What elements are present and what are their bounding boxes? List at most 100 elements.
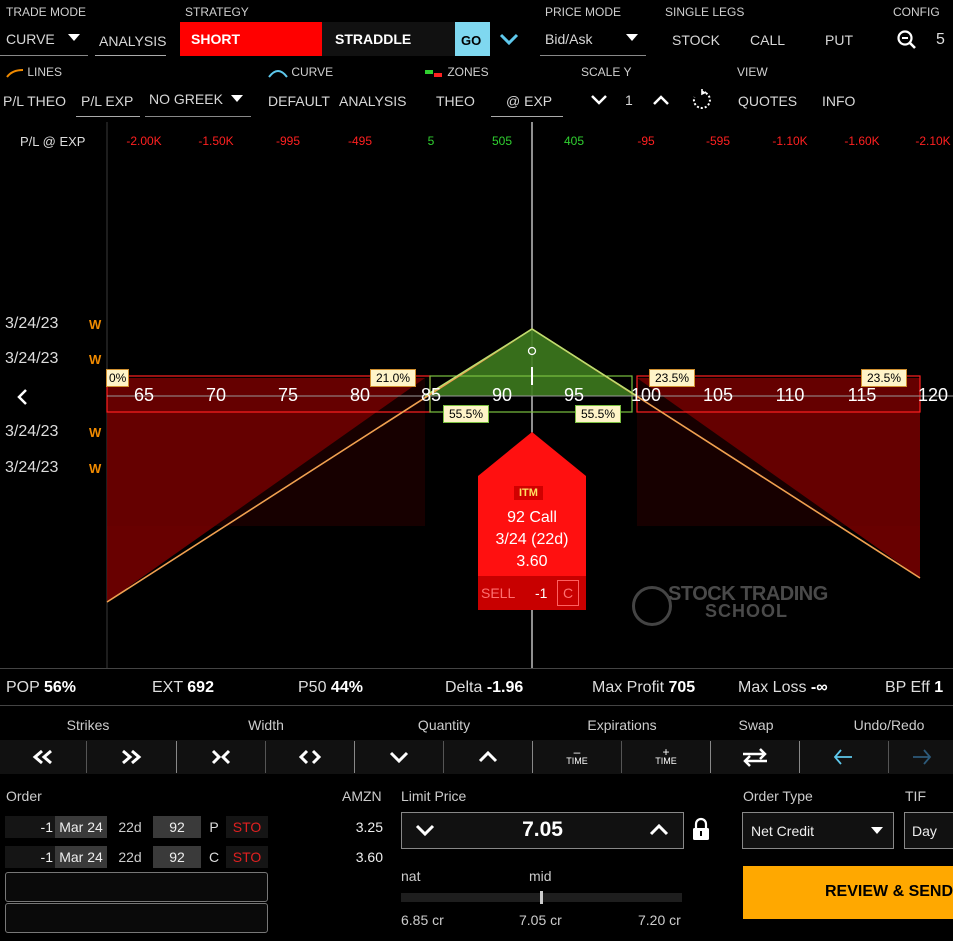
curve-default-option[interactable]: DEFAULT: [268, 93, 330, 109]
leg-type[interactable]: C: [557, 580, 579, 606]
option-leg-card[interactable]: ITM 92 Call 3/24 (22d) 3.60 SELL -1 C: [478, 432, 586, 610]
strike-label[interactable]: 65: [134, 385, 154, 406]
scale-up-button[interactable]: [650, 90, 672, 110]
strike-label[interactable]: 100: [631, 385, 661, 406]
scroll-left-button[interactable]: [12, 386, 34, 408]
price-slider-thumb[interactable]: [540, 891, 543, 904]
stat-bp-label: BP Eff: [885, 679, 930, 696]
strike-label[interactable]: 80: [350, 385, 370, 406]
curve-analysis-option[interactable]: ANALYSIS: [339, 93, 406, 109]
pl-value: -95: [637, 134, 655, 148]
mid-label: mid: [529, 868, 552, 884]
leg-strike-select[interactable]: 92: [153, 846, 201, 868]
leg-exp-select[interactable]: Mar 24: [55, 846, 107, 868]
leg-action[interactable]: STO: [226, 816, 268, 838]
call-button[interactable]: CALL: [750, 32, 785, 48]
expiration-earlier-button[interactable]: – TIME: [533, 740, 621, 774]
lines-header-label: LINES: [27, 65, 63, 79]
price-up-button[interactable]: [648, 821, 670, 839]
strike-label[interactable]: 110: [776, 385, 805, 406]
stock-button[interactable]: STOCK: [672, 32, 720, 48]
weekly-badge: W: [89, 352, 102, 367]
expiration-later-button[interactable]: + TIME: [622, 740, 710, 774]
reset-scale-button[interactable]: [690, 88, 714, 112]
curve-header-label: CURVE: [291, 65, 334, 79]
strike-label[interactable]: 105: [703, 385, 733, 406]
greek-dropdown[interactable]: NO GREEK: [145, 84, 251, 117]
limit-price-field[interactable]: 7.05: [401, 812, 684, 849]
tif-dropdown[interactable]: Day: [904, 812, 953, 849]
review-send-button[interactable]: REVIEW & SEND: [743, 866, 953, 919]
strike-label[interactable]: 90: [492, 385, 512, 406]
strikes-down-button[interactable]: [0, 740, 86, 774]
pl-value: 5: [427, 134, 435, 148]
chevron-up-icon: [649, 823, 669, 836]
stat-max-loss-value: -∞: [810, 679, 828, 696]
strategy-direction-button[interactable]: SHORT: [180, 22, 322, 56]
zoom-button[interactable]: [896, 29, 918, 51]
review-send-label: REVIEW & SEND: [825, 883, 953, 900]
pl-exp-option[interactable]: P/L EXP: [76, 84, 140, 117]
strike-label[interactable]: 85: [421, 385, 441, 406]
leg-exp-select[interactable]: Mar 24: [55, 816, 107, 838]
undo-button[interactable]: [800, 740, 888, 774]
chevron-down-icon: [389, 751, 409, 764]
expiry-date-3: 3/24/23: [5, 423, 59, 440]
magnifier-minus-icon: [897, 30, 916, 49]
redo-button[interactable]: [889, 740, 953, 774]
leg-type[interactable]: P: [204, 816, 224, 838]
strategy-header: STRATEGY: [185, 5, 249, 19]
greek-value: NO GREEK: [149, 91, 223, 107]
watermark-logo-icon: [632, 586, 672, 626]
quantity-up-button[interactable]: [444, 740, 532, 774]
price-slider[interactable]: [401, 891, 682, 904]
scale-down-button[interactable]: [588, 90, 610, 110]
stat-bp-eff: BP Eff 1: [885, 679, 943, 697]
zones-exp-option[interactable]: @ EXP: [491, 84, 563, 117]
width-narrow-button[interactable]: [177, 740, 265, 774]
strike-label[interactable]: 75: [278, 385, 298, 406]
strike-label[interactable]: 115: [848, 385, 877, 406]
nat-label: nat: [401, 868, 421, 884]
limit-price-value[interactable]: 7.05: [402, 818, 683, 842]
stat-bp-value: 1: [934, 679, 944, 696]
leg-type[interactable]: C: [204, 846, 224, 868]
width-widen-button[interactable]: [266, 740, 354, 774]
strike-label[interactable]: 95: [564, 385, 584, 406]
strike-label[interactable]: 70: [206, 385, 226, 406]
pl-theo-option[interactable]: P/L THEO: [3, 93, 66, 109]
leg-strike-select[interactable]: 92: [153, 816, 201, 838]
leg-action[interactable]: SELL: [481, 585, 515, 601]
leg-qty[interactable]: -1: [535, 585, 547, 601]
go-button[interactable]: GO: [455, 22, 490, 56]
empty-leg-slot[interactable]: [5, 903, 268, 933]
price-mode-dropdown[interactable]: Bid/Ask: [540, 22, 646, 56]
price-mode-header: PRICE MODE: [545, 5, 622, 19]
empty-leg-slot[interactable]: [5, 872, 268, 902]
order-type-dropdown[interactable]: Net Credit: [742, 812, 894, 849]
view-info-option[interactable]: INFO: [822, 93, 855, 109]
leg-qty-input[interactable]: -1: [5, 816, 57, 838]
strikes-up-button[interactable]: [87, 740, 175, 774]
leg-action[interactable]: STO: [226, 846, 268, 868]
weekly-badge: W: [89, 461, 102, 476]
put-button[interactable]: PUT: [825, 32, 853, 48]
price-lock-button[interactable]: [690, 817, 712, 843]
stat-max-profit-label: Max Profit: [592, 679, 665, 696]
zones-theo-option[interactable]: THEO: [436, 93, 475, 109]
view-quotes-option[interactable]: QUOTES: [738, 93, 797, 109]
leg-dte: 22d: [118, 849, 142, 865]
quantity-down-button[interactable]: [355, 740, 443, 774]
trade-mode-value: CURVE: [6, 31, 55, 47]
pl-value: -1.60K: [844, 134, 880, 148]
swap-button[interactable]: [711, 740, 799, 774]
analysis-tab[interactable]: ANALYSIS: [95, 22, 166, 56]
strategy-direction-label: SHORT: [191, 31, 240, 47]
strategy-expand-button[interactable]: [496, 28, 522, 50]
leg-qty-input[interactable]: -1: [5, 846, 57, 868]
order-header: Order: [6, 788, 42, 804]
strike-label[interactable]: 120: [918, 385, 948, 406]
strategy-type-dropdown[interactable]: STRADDLE: [322, 22, 455, 56]
trade-mode-dropdown[interactable]: CURVE: [0, 22, 88, 56]
stat-p50-value: 44%: [330, 679, 363, 696]
